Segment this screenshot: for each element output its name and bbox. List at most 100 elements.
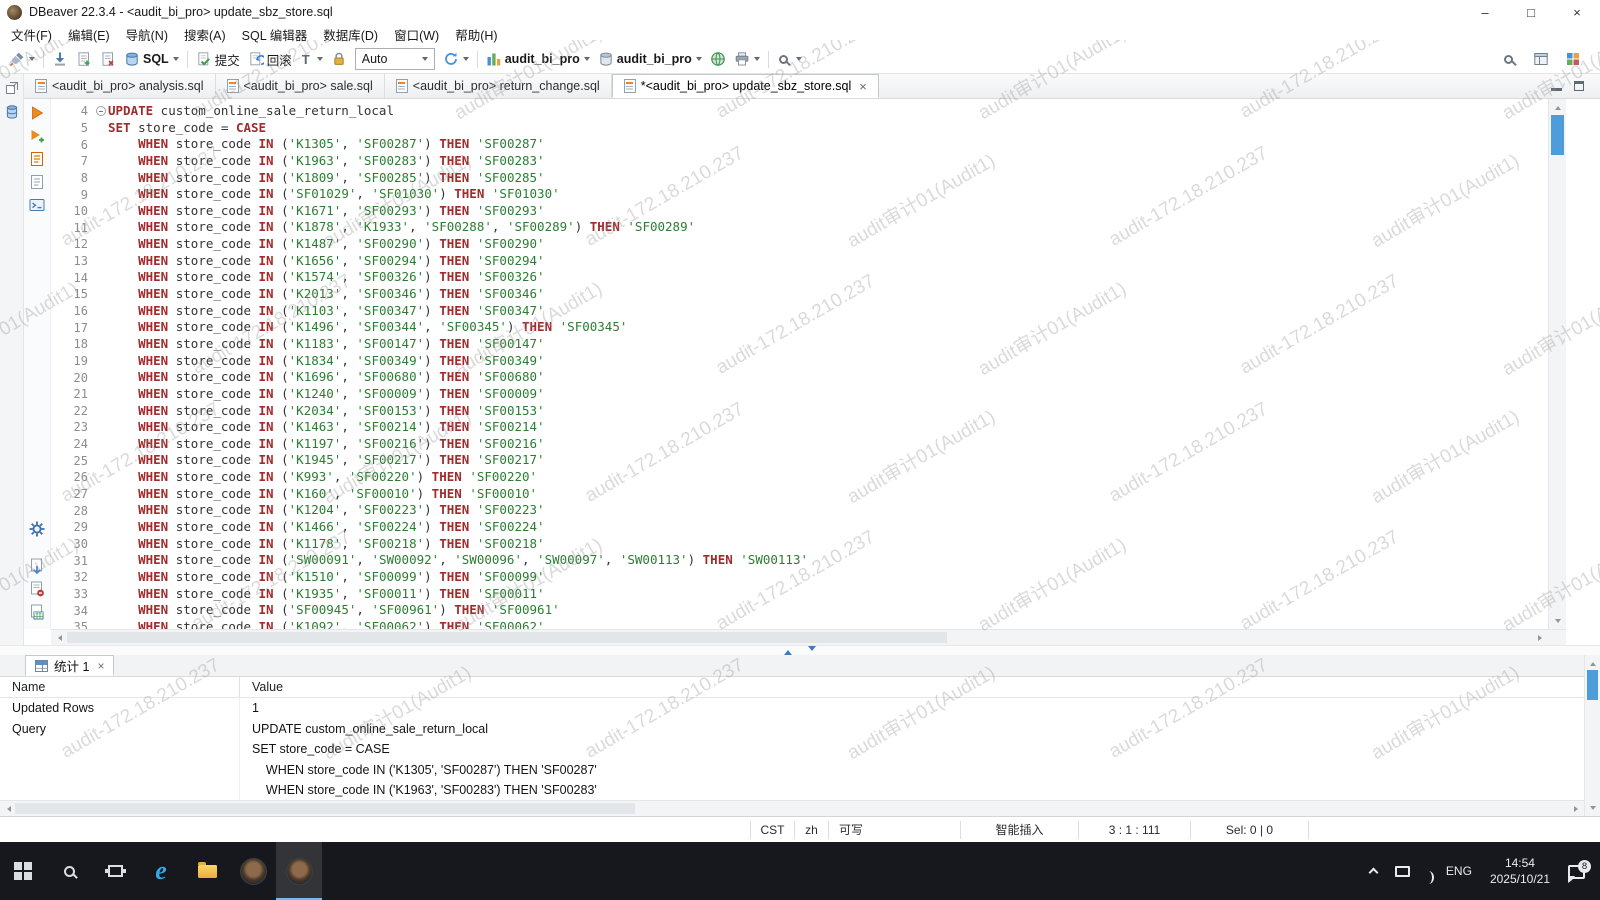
scroll-right-icon[interactable] [1570, 801, 1584, 816]
scroll-left-icon[interactable] [51, 630, 65, 645]
result-value-cell[interactable]: WHEN store_code IN ('K1305', 'SF00287') … [240, 760, 1584, 781]
internet-explorer-button[interactable] [138, 842, 184, 900]
result-row-5[interactable]: WHEN store_code IN ('K1963', 'SF00283') … [0, 780, 1584, 800]
menu-item-4[interactable]: 搜索(A) [176, 25, 234, 44]
connect-button[interactable] [48, 47, 72, 71]
menu-item-5[interactable]: SQL 编辑器 [234, 25, 316, 44]
menu-item-7[interactable]: 窗口(W) [386, 25, 447, 44]
close-sql-console-button[interactable] [96, 47, 120, 71]
sash-minimize-icon[interactable] [808, 646, 816, 655]
taskbar-clock[interactable]: 14:54 2025/10/21 [1481, 842, 1559, 900]
schema-selector[interactable]: audit_bi_pro [594, 47, 706, 71]
language-indicator[interactable]: ENG [1437, 842, 1481, 900]
minimize-view-icon[interactable] [1551, 82, 1562, 91]
result-value-cell[interactable]: SET store_code = CASE [240, 739, 1584, 760]
panel-tab-close-icon[interactable]: × [97, 659, 104, 673]
result-value-cell[interactable]: 1 [240, 698, 1584, 719]
fold-collapse-icon[interactable] [96, 106, 106, 116]
menu-item-1[interactable]: 文件(F) [3, 25, 60, 44]
result-row-4[interactable]: WHEN store_code IN ('K1305', 'SF00287') … [0, 760, 1584, 781]
taskbar-search-button[interactable] [46, 842, 92, 900]
result-value-cell[interactable]: WHEN store_code IN ('K1963', 'SF00283') … [240, 780, 1584, 800]
minimize-button[interactable]: – [1462, 0, 1508, 24]
column-header-value[interactable]: Value [240, 677, 1584, 697]
database-selector[interactable]: audit_bi_pro [482, 47, 594, 71]
script-grid-button[interactable] [28, 603, 46, 621]
dbeaver-taskbar-button-2[interactable] [276, 842, 322, 900]
result-row-1[interactable]: Updated Rows1 [0, 698, 1584, 719]
rollback-button[interactable]: 回滚 [244, 47, 296, 71]
transaction-lock-button[interactable] [327, 47, 351, 71]
tab-close-icon[interactable]: × [859, 79, 867, 94]
editor-vertical-scrollbar[interactable] [1548, 99, 1566, 629]
result-row-3[interactable]: SET store_code = CASE [0, 739, 1584, 760]
execute-in-new-tab-button[interactable] [28, 127, 46, 145]
sql-editor[interactable]: 4UPDATE custom_online_sale_return_local5… [51, 99, 1548, 629]
refresh-button[interactable] [439, 47, 473, 71]
quick-access-search-button[interactable] [1498, 47, 1521, 71]
file-explorer-button[interactable] [184, 842, 230, 900]
editor-tab-4[interactable]: *<audit_bi_pro> update_sbz_store.sql× [612, 74, 879, 98]
scroll-right-icon[interactable] [1534, 630, 1548, 645]
database-navigator-icon[interactable] [4, 104, 20, 120]
scrollbar-thumb[interactable] [15, 803, 635, 814]
fold-collapse-control[interactable] [93, 106, 108, 116]
scrollbar-thumb[interactable] [1587, 670, 1598, 700]
column-header-name[interactable]: Name [0, 677, 240, 697]
explain-plan-button[interactable] [28, 173, 46, 191]
sql-editor-menu-button[interactable]: SQL [120, 47, 183, 71]
result-name-cell[interactable]: Updated Rows [0, 698, 240, 719]
network-settings-button[interactable] [706, 47, 730, 71]
new-connection-button[interactable] [5, 47, 39, 71]
restore-view-icon[interactable] [4, 80, 20, 96]
editor-settings-button[interactable] [28, 520, 46, 538]
result-name-cell[interactable] [0, 780, 240, 800]
scrollbar-thumb[interactable] [1551, 115, 1564, 155]
tab-statistics[interactable]: 统计 1 × [25, 655, 114, 676]
editor-tab-1[interactable]: <audit_bi_pro> analysis.sql [24, 74, 216, 98]
execute-statement-button[interactable] [28, 104, 46, 122]
result-name-cell[interactable]: Query [0, 719, 240, 740]
scroll-down-icon[interactable] [1585, 802, 1600, 816]
execute-script-button[interactable] [28, 150, 46, 168]
scroll-down-icon[interactable] [1549, 615, 1566, 629]
tray-volume-button[interactable] [1419, 842, 1437, 900]
open-perspective-button[interactable] [1529, 47, 1553, 71]
editor-horizontal-scrollbar[interactable] [51, 629, 1548, 645]
start-button[interactable] [0, 842, 46, 900]
scroll-left-icon[interactable] [0, 801, 14, 816]
sash-maximize-icon[interactable] [784, 646, 792, 655]
result-name-cell[interactable] [0, 760, 240, 781]
editor-tab-2[interactable]: <audit_bi_pro> sale.sql [216, 74, 385, 98]
maximize-view-icon[interactable] [1574, 81, 1584, 91]
commit-button[interactable]: 提交 [192, 47, 244, 71]
maximize-button[interactable]: □ [1508, 0, 1554, 24]
dbeaver-taskbar-button-1[interactable] [230, 842, 276, 900]
results-horizontal-scrollbar[interactable] [0, 800, 1584, 816]
tray-expand-button[interactable] [1361, 842, 1386, 900]
editor-panel-sash[interactable] [0, 645, 1600, 655]
perspective-switch-button[interactable] [1561, 47, 1585, 71]
transaction-mode-button[interactable] [296, 47, 327, 71]
menu-item-6[interactable]: 数据库(D) [315, 25, 386, 44]
editor-tab-3[interactable]: <audit_bi_pro> return_change.sql [385, 74, 612, 98]
menu-item-8[interactable]: 帮助(H) [447, 25, 505, 44]
close-button[interactable]: × [1554, 0, 1600, 24]
toolbar-search-button[interactable] [773, 47, 806, 71]
result-row-2[interactable]: QueryUPDATE custom_online_sale_return_lo… [0, 719, 1584, 740]
task-view-button[interactable] [92, 842, 138, 900]
action-center-button[interactable]: 8 [1559, 842, 1594, 900]
results-vertical-scrollbar[interactable] [1584, 655, 1600, 816]
result-value-cell[interactable]: UPDATE custom_online_sale_return_local [240, 719, 1584, 740]
scroll-up-icon[interactable] [1585, 655, 1600, 669]
result-name-cell[interactable] [0, 739, 240, 760]
export-result-button[interactable] [28, 557, 46, 575]
scroll-up-icon[interactable] [1549, 99, 1566, 113]
menu-item-3[interactable]: 导航(N) [118, 25, 176, 44]
open-console-button[interactable] [28, 196, 46, 214]
new-sql-editor-button[interactable] [72, 47, 96, 71]
scrollbar-thumb[interactable] [67, 632, 947, 643]
export-button[interactable] [730, 47, 764, 71]
commit-mode-select[interactable]: Auto [355, 48, 435, 70]
tray-device-button[interactable] [1386, 842, 1419, 900]
